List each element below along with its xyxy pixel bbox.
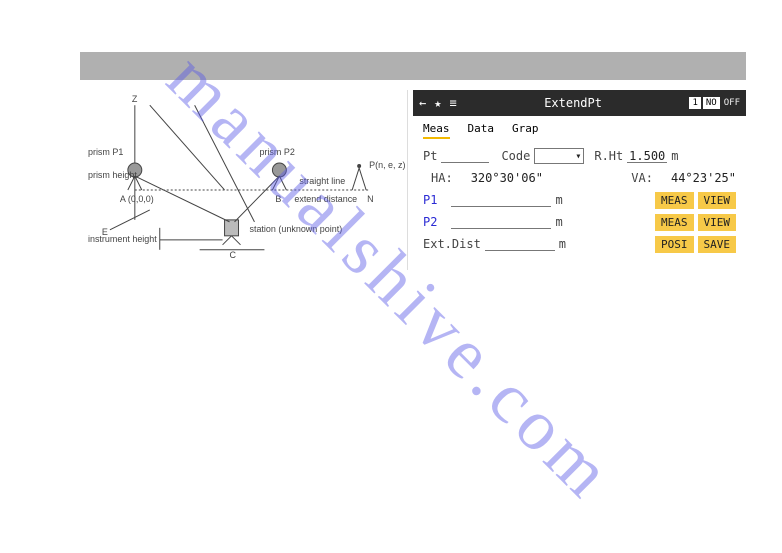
code-label: Code [501, 149, 530, 163]
off-label[interactable]: OFF [722, 98, 740, 108]
ha-label: HA: [431, 171, 453, 185]
survey-diagram: Z E prism P1 prism height A (0,0,0) pris… [80, 90, 408, 270]
ext-unit: m [559, 237, 566, 251]
point-p-label: P(n, e, z) [369, 160, 405, 170]
prism-p2-label: prism P2 [259, 147, 294, 157]
rht-unit: m [671, 149, 678, 163]
p1-unit: m [555, 193, 562, 207]
station-label: station (unknown point) [249, 224, 342, 234]
va-value: 44°23'25" [671, 171, 736, 185]
pt-input[interactable] [441, 149, 489, 163]
view-button-p2[interactable]: VIEW [698, 214, 737, 231]
p1-link[interactable]: P1 [423, 193, 437, 207]
point-b-label: B [275, 194, 281, 204]
p2-input[interactable] [451, 215, 551, 229]
point-a-label: A (0,0,0) [120, 194, 154, 204]
ext-label: Ext.Dist [423, 237, 481, 251]
tab-data[interactable]: Data [468, 122, 495, 139]
no-badge[interactable]: NO [703, 97, 720, 109]
view-button-p1[interactable]: VIEW [698, 192, 737, 209]
pt-label: Pt [423, 149, 437, 163]
tab-grap[interactable]: Grap [512, 122, 539, 139]
app-title: ExtendPt [457, 96, 690, 110]
code-dropdown[interactable]: ▾ [534, 148, 584, 164]
page-badge: 1 [689, 97, 700, 109]
save-button[interactable]: SAVE [698, 236, 737, 253]
axis-z-label: Z [132, 94, 138, 104]
ha-value: 320°30'06" [471, 171, 543, 185]
star-icon[interactable]: ★ [434, 96, 441, 110]
extend-distance-label: extend distance [294, 194, 357, 204]
titlebar: ← ★ ≡ ExtendPt 1 NO OFF [413, 90, 746, 116]
rht-input[interactable]: 1.500 [627, 149, 667, 163]
ext-input[interactable] [485, 237, 555, 251]
database-icon[interactable]: ≡ [449, 96, 456, 110]
p1-input[interactable] [451, 193, 551, 207]
instrument-height-label: instrument height [88, 234, 157, 244]
tab-bar: Meas Data Grap [413, 116, 746, 143]
point-c-label: C [230, 250, 237, 260]
point-n-label: N [367, 194, 373, 204]
rht-label: R.Ht [594, 149, 623, 163]
posi-button[interactable]: POSI [655, 236, 694, 253]
header-bar [80, 52, 746, 80]
back-icon[interactable]: ← [419, 96, 426, 110]
prism-p1-label: prism P1 [88, 147, 123, 157]
va-label: VA: [631, 171, 653, 185]
extendpt-app: ← ★ ≡ ExtendPt 1 NO OFF Meas Data Grap P… [413, 90, 746, 260]
p2-link[interactable]: P2 [423, 215, 437, 229]
meas-button-p1[interactable]: MEAS [655, 192, 694, 209]
p2-unit: m [555, 215, 562, 229]
meas-button-p2[interactable]: MEAS [655, 214, 694, 231]
straight-line-label: straight line [299, 176, 345, 186]
prism-height-label: prism height [88, 170, 137, 180]
tab-meas[interactable]: Meas [423, 122, 450, 139]
